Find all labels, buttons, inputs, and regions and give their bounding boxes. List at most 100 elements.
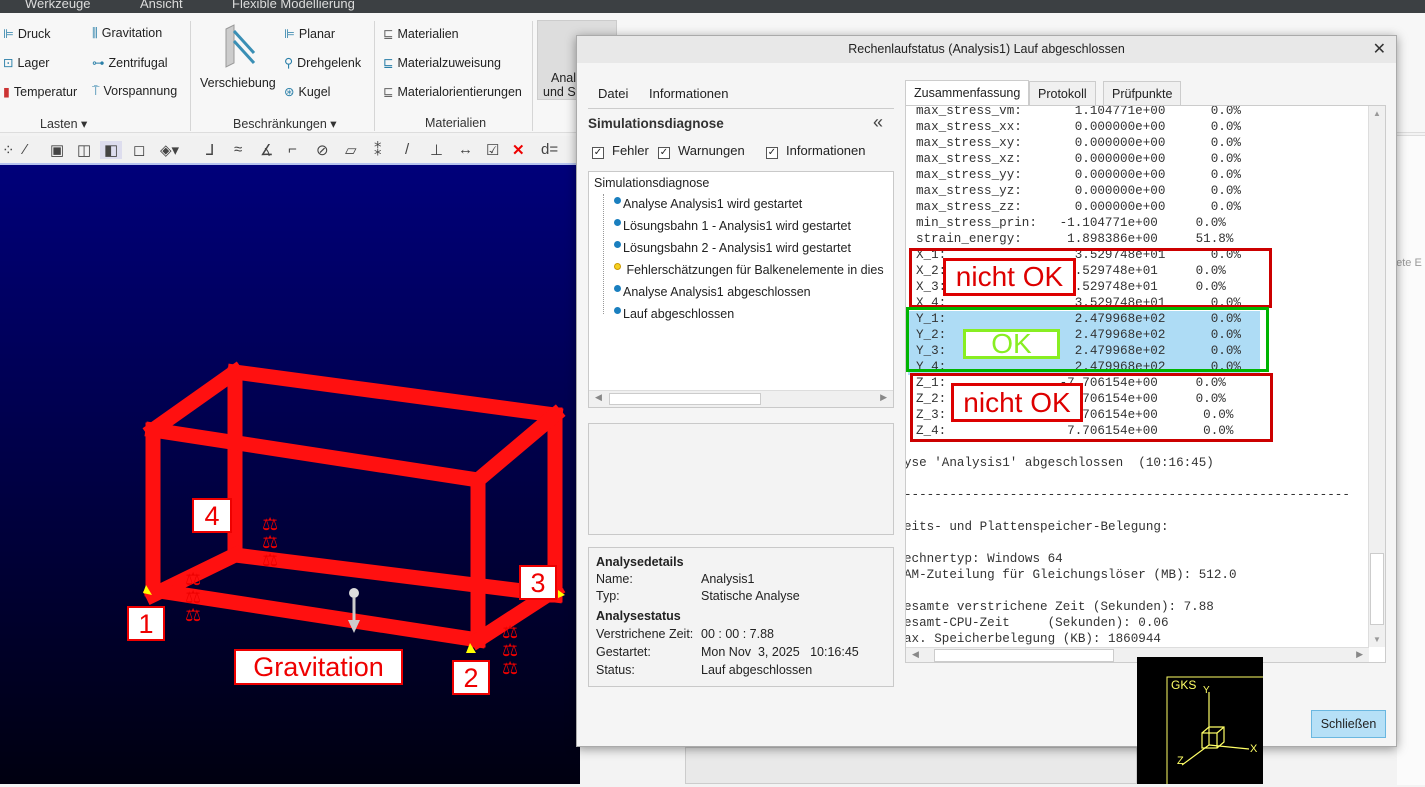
lager-button[interactable]: ⊡ Lager bbox=[3, 55, 49, 70]
load-scale-icon: ⚖ ⚖ ⚖ bbox=[185, 569, 202, 625]
gravitation-button[interactable]: ⫼ Gravitation bbox=[92, 26, 162, 41]
gravity-label: Gravitation bbox=[234, 649, 403, 685]
log-line: max_stress_vm: 1.104771e+00 0.0% bbox=[916, 105, 1241, 118]
log-line: esamt-CPU-Zeit (Sekunden): 0.06 bbox=[905, 616, 1169, 630]
node-label-3: 3 bbox=[519, 565, 557, 600]
hide-icon[interactable]: ⁘ bbox=[2, 141, 15, 159]
solid-icon[interactable]: ◻ bbox=[133, 141, 145, 159]
tree-item[interactable]: Analyse Analysis1 abgeschlossen bbox=[614, 285, 811, 299]
tree-item-label: Lösungsbahn 1 - Analysis1 wird gestartet bbox=[623, 219, 851, 233]
tree-item-label: Analyse Analysis1 wird gestartet bbox=[623, 197, 803, 211]
wireframe-icon[interactable]: ◫ bbox=[77, 141, 91, 159]
pin-joint-icon: ⚲ bbox=[284, 56, 294, 70]
drehgelenk-button[interactable]: ⚲ Drehgelenk bbox=[284, 55, 361, 70]
material-orientation-icon: ⊑ bbox=[383, 85, 394, 99]
dimension-icon[interactable]: ⌐ bbox=[288, 141, 297, 158]
load-scale-icon: ⚖ ⚖ ⚖ bbox=[262, 514, 279, 570]
materialorientierungen-button[interactable]: ⊑ Materialorientierungen bbox=[383, 84, 522, 99]
close-button[interactable]: Schließen bbox=[1311, 710, 1386, 738]
collapse-icon[interactable]: « bbox=[873, 112, 883, 133]
check-icon[interactable]: ☑ bbox=[486, 141, 499, 159]
beschraenkungen-group[interactable]: Beschränkungen ▾ bbox=[233, 116, 337, 131]
vorspannung-button[interactable]: ⍑ Vorspannung bbox=[92, 84, 177, 99]
tree-item[interactable]: Lösungsbahn 1 - Analysis1 wird gestartet bbox=[614, 219, 851, 233]
log-line: max_stress_yy: 0.000000e+00 0.0% bbox=[916, 168, 1241, 182]
distance-icon[interactable]: ↔ bbox=[458, 141, 473, 158]
materialzuweisung-button[interactable]: ⊑ Materialzuweisung bbox=[383, 55, 501, 70]
run-status-dialog: Rechenlaufstatus (Analysis1) Lauf abgesc… bbox=[576, 35, 1397, 747]
log-line: max_stress_xx: 0.000000e+00 0.0% bbox=[916, 120, 1241, 134]
tree-item[interactable]: Lauf abgeschlossen bbox=[614, 307, 734, 321]
annotation-y-label: OK bbox=[963, 329, 1060, 359]
divider bbox=[190, 21, 191, 131]
diagnosis-header: Simulationsdiagnose bbox=[588, 116, 724, 131]
relation-icon[interactable]: d= bbox=[541, 141, 558, 158]
delete-icon[interactable]: ✕ bbox=[512, 141, 525, 159]
tree-horizontal-scrollbar[interactable]: ◀ ▶ bbox=[589, 390, 893, 407]
log-line: max_stress_xy: 0.000000e+00 0.0% bbox=[916, 136, 1241, 150]
materialien-button[interactable]: ⊑ Materialien bbox=[383, 26, 459, 41]
message-detail-pane bbox=[588, 423, 894, 535]
summary-log-text[interactable]: max_stress_vm: 1.104771e+00 0.0% max_stre… bbox=[905, 105, 1386, 663]
gks-title: GKS bbox=[1171, 678, 1197, 692]
lager-label: Lager bbox=[17, 56, 50, 70]
gravitation-label: Gravitation bbox=[101, 26, 163, 40]
gravity-icon: ⫼ bbox=[92, 26, 98, 40]
tab-ansicht[interactable]: Ansicht bbox=[140, 0, 183, 11]
show-icon[interactable]: ⁄ bbox=[24, 141, 27, 158]
menu-datei[interactable]: Datei bbox=[598, 86, 628, 101]
shaded-icon[interactable]: ◧ bbox=[100, 141, 123, 159]
tab-werkzeuge[interactable]: Werkzeuge bbox=[25, 0, 91, 11]
tab-flexible-modellierung[interactable]: Flexible Modellierung bbox=[232, 0, 355, 11]
planar-label: Planar bbox=[298, 27, 336, 41]
drehgelenk-label: Drehgelenk bbox=[297, 56, 362, 70]
log-line: yse 'Analysis1' abgeschlossen (10:16:45) bbox=[905, 456, 1214, 470]
tree-item[interactable]: Fehlerschätzungen für Balkenelemente in … bbox=[614, 263, 884, 277]
node-label-4: 4 bbox=[192, 498, 232, 533]
points-icon[interactable]: ⁑ bbox=[374, 141, 382, 159]
temperatur-label: Temperatur bbox=[13, 85, 78, 99]
kugel-button[interactable]: ⊛ Kugel bbox=[284, 84, 330, 99]
tree-item[interactable]: Lösungsbahn 2 - Analysis1 wird gestartet bbox=[614, 241, 851, 255]
beam bbox=[226, 363, 564, 424]
tab-zusammenfassung[interactable]: Zusammenfassung bbox=[905, 80, 1030, 106]
filter-label: Informationen bbox=[786, 143, 866, 158]
tab-pruefpunkte[interactable]: Prüfpunkte bbox=[1103, 81, 1182, 105]
filter-informationen[interactable]: ✓ Informationen bbox=[766, 143, 866, 159]
log-vertical-scrollbar[interactable]: ▲ ▼ bbox=[1368, 106, 1385, 647]
beam bbox=[467, 404, 566, 491]
csys-icon[interactable]: ⊥ bbox=[430, 141, 443, 159]
csys-display-icon[interactable]: ⅃ bbox=[206, 141, 214, 159]
angle-icon[interactable]: ∡ bbox=[260, 141, 273, 159]
annotation-z-label: nicht OK bbox=[951, 383, 1083, 422]
info-icon bbox=[614, 285, 621, 292]
tree-root[interactable]: Simulationsdiagnose bbox=[594, 176, 709, 190]
tree-item[interactable]: Analyse Analysis1 wird gestartet bbox=[614, 197, 802, 211]
filter-warnungen[interactable]: ✓ Warnungen bbox=[658, 143, 745, 159]
3d-viewport[interactable]: ⚖ ⚖ ⚖ ⚖ ⚖ ⚖ ⚖ ⚖ ⚖ 1 2 3 4 Gravitation bbox=[0, 165, 580, 784]
log-line: max_stress_xz: 0.000000e+00 0.0% bbox=[916, 152, 1241, 166]
verschiebung-button[interactable]: Verschiebung bbox=[200, 23, 276, 90]
diagnosis-tree[interactable]: Simulationsdiagnose Analyse Analysis1 wi… bbox=[588, 171, 894, 408]
zentrifugal-button[interactable]: ⊶ Zentrifugal bbox=[92, 55, 168, 70]
dialog-title: Rechenlaufstatus (Analysis1) Lauf abgesc… bbox=[577, 36, 1396, 63]
log-line: esamte verstrichene Zeit (Sekunden): 7.8… bbox=[905, 600, 1214, 614]
view-orient-icon[interactable]: ◈▾ bbox=[160, 141, 179, 159]
plane-icon[interactable]: ▱ bbox=[345, 141, 357, 159]
planar-icon: ⊫ bbox=[284, 27, 295, 41]
status-heading: Analysestatus bbox=[596, 609, 681, 623]
druck-button[interactable]: ⊫ Druck bbox=[3, 26, 51, 41]
menu-informationen[interactable]: Informationen bbox=[649, 86, 729, 101]
lasten-group[interactable]: Lasten ▾ bbox=[40, 116, 87, 131]
curve-icon[interactable]: ≈ bbox=[234, 141, 242, 158]
beam bbox=[144, 581, 487, 649]
filter-fehler[interactable]: ✓ Fehler bbox=[592, 143, 649, 159]
axis-icon[interactable]: / bbox=[405, 141, 409, 158]
close-icon[interactable]: ✕ bbox=[1373, 36, 1386, 63]
log-line: ----------------------------------------… bbox=[905, 488, 1350, 502]
tab-protokoll[interactable]: Protokoll bbox=[1029, 81, 1096, 105]
planar-button[interactable]: ⊫ Planar bbox=[284, 26, 335, 41]
temperatur-button[interactable]: ▮ Temperatur bbox=[3, 84, 77, 99]
measure-icon[interactable]: ⊘ bbox=[316, 141, 329, 159]
snapshot-icon[interactable]: ▣ bbox=[50, 141, 64, 159]
